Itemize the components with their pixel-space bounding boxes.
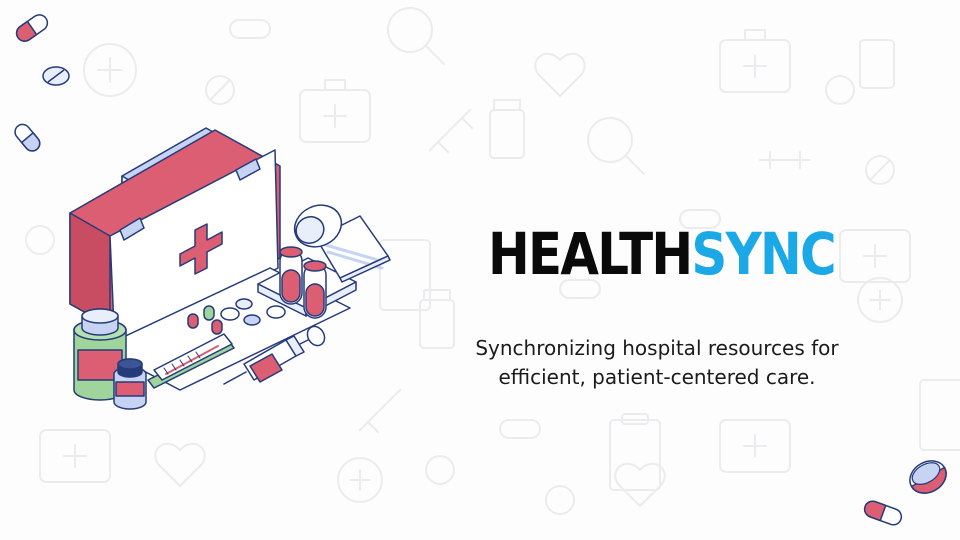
tagline: Synchronizing hospital resources for eff…: [440, 334, 874, 392]
tablet-icon: [42, 66, 70, 86]
capsule-icon: [14, 123, 41, 152]
medicine-bottle-icon: [113, 358, 147, 410]
medical-supplies-illustration: [69, 127, 391, 410]
tagline-line2: efficient, patient-centered care.: [498, 365, 816, 389]
capsule-icon: [15, 14, 49, 42]
tagline-line1: Synchronizing hospital resources for: [475, 336, 839, 360]
capsule-icon: [863, 500, 903, 526]
brand-title: HEALTHSYNC: [488, 220, 837, 288]
brand-title-part2: SYNC: [691, 220, 836, 288]
tablet-icon: [909, 460, 947, 494]
brand-title-part1: HEALTH: [488, 220, 693, 288]
